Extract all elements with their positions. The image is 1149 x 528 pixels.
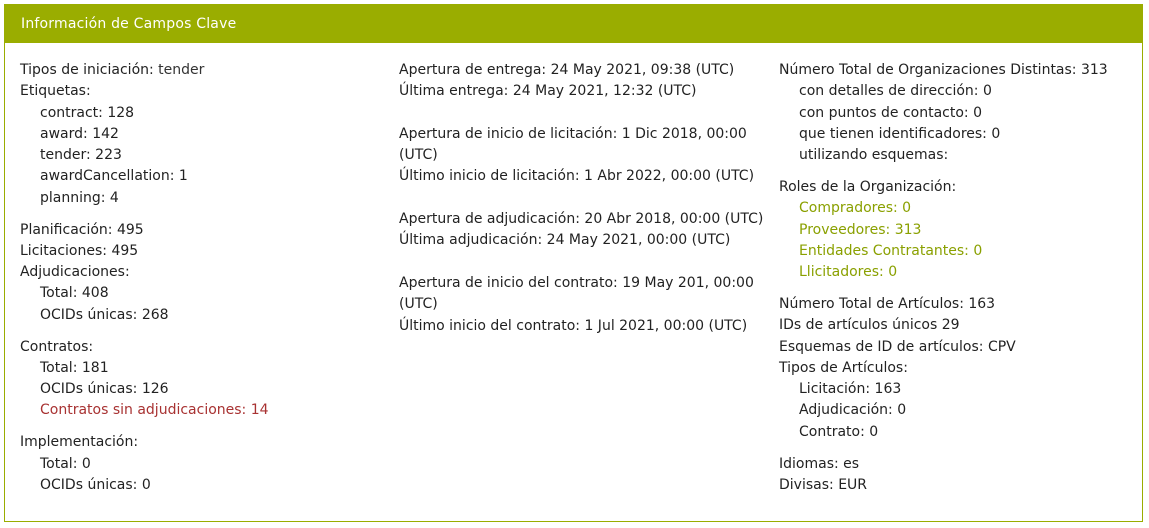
tag-item: planning: 4 (40, 189, 119, 206)
tag-item: awardCancellation: 1 (40, 168, 188, 185)
column-overview: Tipos de iniciación: tender Etiquetas: c… (20, 60, 380, 496)
award-open: Apertura de adjudicación: 20 Abr 2018, 0… (399, 211, 764, 228)
tender-start-open: Apertura de inicio de licitación: 1 Dic … (399, 125, 747, 164)
orgs-total: Número Total de Organizaciones Distintas… (779, 62, 1108, 78)
item-schemes: Esquemas de ID de artículos: CPV (779, 338, 1016, 355)
role-buyers-link[interactable]: Compradores: 0 (779, 198, 1134, 219)
column-organizations: Número Total de Organizaciones Distintas… (779, 60, 1134, 496)
item-ids-unique: IDs de artículos únicos 29 (779, 317, 960, 334)
contract-start-last: Último inicio del contrato: 1 Jul 2021, … (399, 317, 748, 334)
initiation-types: Tipos de iniciación: tender (20, 62, 205, 78)
orgs-contact: con puntos de contacto: 0 (799, 104, 983, 121)
delivery-last: Última entrega: 24 May 2021, 12:32 (UTC) (399, 83, 697, 100)
key-fields-panel: Información de Campos Clave Tipos de ini… (4, 4, 1143, 522)
awards-ocids: OCIDs únicas: 268 (40, 306, 169, 323)
awards-heading: Adjudicaciones: (20, 264, 130, 281)
contracts-without-awards-link[interactable]: Contratos sin adjudicaciones: 14 (20, 400, 380, 421)
languages: Idiomas: es (779, 455, 860, 472)
implementation-ocids: OCIDs únicas: 0 (40, 476, 151, 493)
awards-total: Total: 408 (40, 285, 109, 302)
items-total: Número Total de Artículos: 163 (779, 295, 996, 312)
contract-start-open: Apertura de inicio del contrato: 19 May … (399, 274, 754, 313)
tender-start-last: Último inicio de licitación: 1 Abr 2022,… (399, 168, 755, 185)
item-type-award: Adjudicación: 0 (799, 402, 907, 419)
orgs-identifiers: que tienen identificadores: 0 (799, 125, 1001, 142)
planning-count: Planificación: 495 (20, 221, 144, 238)
contracts-total: Total: 181 (40, 359, 109, 376)
item-type-contract: Contrato: 0 (799, 423, 879, 440)
tags-heading: Etiquetas: (20, 83, 91, 100)
contracts-ocids: OCIDs únicas: 126 (40, 381, 169, 398)
award-last: Última adjudicación: 24 May 2021, 00:00 … (399, 232, 731, 249)
tenders-count: Licitaciones: 495 (20, 242, 139, 259)
implementation-total: Total: 0 (40, 455, 91, 472)
panel-title: Información de Campos Clave (5, 5, 1142, 43)
tag-item: award: 142 (40, 125, 119, 142)
tag-item: tender: 223 (40, 147, 122, 164)
delivery-open: Apertura de entrega: 24 May 2021, 09:38 … (399, 62, 735, 78)
implementation-heading: Implementación: (20, 434, 139, 451)
roles-heading: Roles de la Organización: (779, 178, 957, 195)
column-dates: Apertura de entrega: 24 May 2021, 09:38 … (399, 60, 764, 337)
item-types-heading: Tipos de Artículos: (779, 359, 908, 376)
orgs-address: con detalles de dirección: 0 (799, 83, 992, 100)
contracts-heading: Contratos: (20, 338, 94, 355)
currencies: Divisas: EUR (779, 476, 868, 493)
tag-item: contract: 128 (40, 104, 135, 121)
role-tenderers-link[interactable]: Llicitadores: 0 (779, 262, 1134, 283)
item-type-tender: Licitación: 163 (799, 381, 902, 398)
role-procuring-entities-link[interactable]: Entidades Contratantes: 0 (779, 241, 1134, 262)
orgs-schemes: utilizando esquemas: (799, 147, 949, 164)
role-suppliers-link[interactable]: Proveedores: 313 (779, 220, 1134, 241)
